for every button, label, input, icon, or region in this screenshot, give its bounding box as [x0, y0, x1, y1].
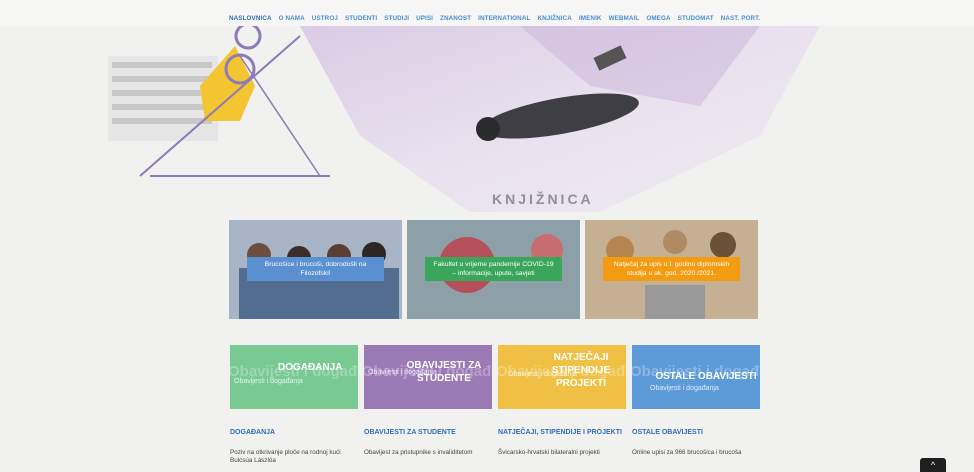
news-item[interactable]: Švicarsko-hrvatski bilateralni projekti: [498, 449, 618, 457]
nav-studiji[interactable]: STUDIJI: [384, 15, 409, 22]
tile-subtitle: Obavijesti i događanja: [508, 371, 577, 378]
main-nav: NASLOVNICA O NAMA USTROJ STUDENTI STUDIJ…: [229, 15, 767, 22]
news-item[interactable]: Poziv na otkrivanje ploče na rodnoj kući…: [230, 449, 350, 465]
nav-imenik[interactable]: IMENIK: [579, 15, 602, 22]
hero-title: KNJIŽNICA: [492, 191, 594, 207]
tile-title: DOGAĐANJA: [278, 362, 343, 373]
slide-freshmen[interactable]: Brucošice i brucoši, dobrodošli na Filoz…: [229, 220, 402, 319]
tile-title: OSTALE OBAVIJESTI: [655, 371, 757, 382]
slide-caption: Brucošice i brucoši, dobrodošli na Filoz…: [247, 257, 384, 281]
nav-naslovnica[interactable]: NASLOVNICA: [229, 15, 272, 22]
nav-knjiznica[interactable]: KNJIŽNICA: [537, 15, 571, 22]
nav-studenti[interactable]: STUDENTI: [345, 15, 377, 22]
tile-obavijesti-studenti[interactable]: Obavijesti i događanja OBAVIJESTI ZA STU…: [364, 345, 492, 409]
tile-subtitle: Obavijesti i događanja: [650, 385, 719, 392]
nav-webmail[interactable]: WEBMAIL: [609, 15, 640, 22]
hero-banner: KNJIŽNICA: [0, 26, 974, 212]
column-head-natjecaji[interactable]: NATJEČAJI, STIPENDIJE I PROJEKTI: [498, 429, 622, 436]
slide-covid[interactable]: Fakultet u vrijeme pandemije COVID-19 – …: [407, 220, 580, 319]
hero-illustration: [108, 26, 820, 212]
slide-admission[interactable]: Natječaj za upis u I. godinu diplomskih …: [585, 220, 758, 319]
nav-ustroj[interactable]: USTROJ: [312, 15, 338, 22]
nav-nast-port[interactable]: NAST. PORT.: [721, 15, 761, 22]
nav-omega[interactable]: OMEGA: [646, 15, 670, 22]
tile-natjecaji[interactable]: Obavijesti i događanja NATJEČAJI STIPEND…: [498, 345, 626, 409]
column-head-obavijesti[interactable]: OBAVIJESTI ZA STUDENTE: [364, 429, 456, 436]
tile-subtitle: Obavijesti i događanja: [368, 369, 437, 376]
nav-znanost[interactable]: ZNANOST: [440, 15, 471, 22]
tile-subtitle: Obavijesti i događanja: [234, 378, 303, 385]
tile-dogadanja[interactable]: Obavijesti i događanja DOGAĐANJA Obavije…: [230, 345, 358, 409]
column-head-ostale[interactable]: OSTALE OBAVIJESTI: [632, 429, 703, 436]
slide-caption: Fakultet u vrijeme pandemije COVID-19 – …: [425, 257, 562, 281]
nav-studomat[interactable]: STUDOMAT: [678, 15, 714, 22]
nav-upisi[interactable]: UPISI: [416, 15, 433, 22]
slide-caption: Natječaj za upis u I. godinu diplomskih …: [603, 257, 740, 281]
tile-ostale-obavijesti[interactable]: Obavijesti i događanja OSTALE OBAVIJESTI…: [632, 345, 760, 409]
news-item[interactable]: Obavijest za pristupnike s invaliditetom: [364, 449, 484, 457]
nav-international[interactable]: INTERNATIONAL: [478, 15, 530, 22]
column-head-dogadanja[interactable]: DOGAĐANJA: [230, 429, 275, 436]
nav-o-nama[interactable]: O NAMA: [279, 15, 305, 22]
top-bar: NASLOVNICA O NAMA USTROJ STUDENTI STUDIJ…: [0, 0, 974, 26]
news-item[interactable]: Online upisi za 966 brucošica i brucoša: [632, 449, 752, 457]
